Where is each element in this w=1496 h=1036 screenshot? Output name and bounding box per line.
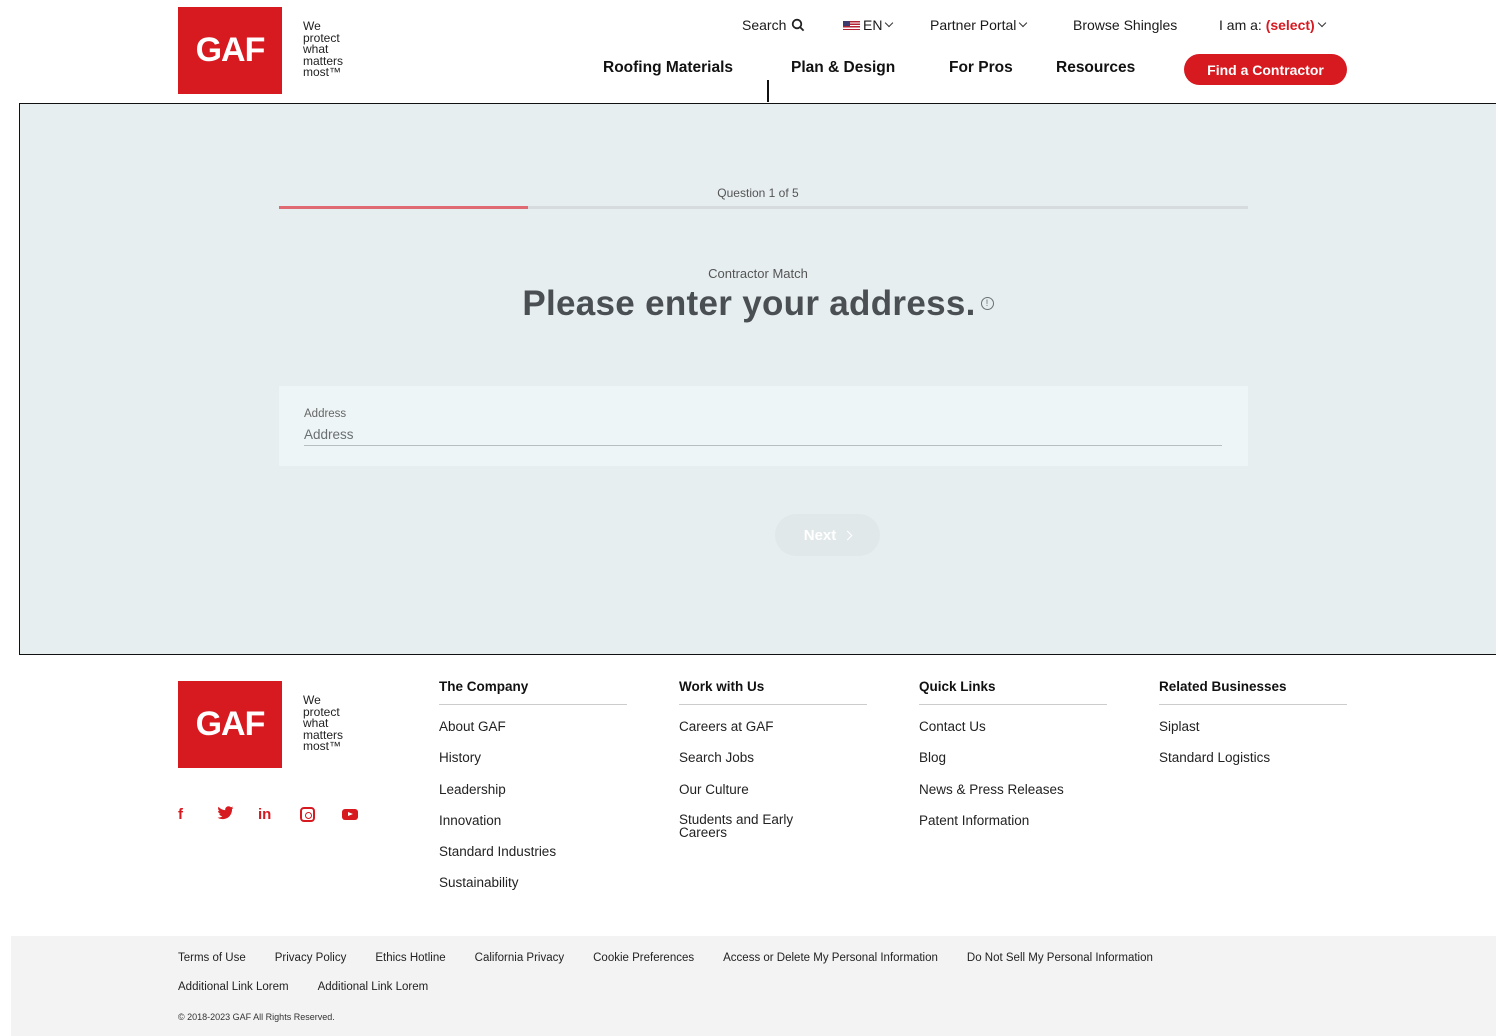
footer-tagline: We protect what matters most™	[303, 694, 343, 753]
legal-link[interactable]: Do Not Sell My Personal Information	[967, 952, 1153, 964]
contractor-match-quiz: Question 1 of 5 Contractor Match Please …	[19, 103, 1496, 655]
footer-link[interactable]: Search Jobs	[679, 750, 867, 781]
linkedin-icon[interactable]: in	[258, 806, 271, 823]
footer-col-title: Related Businesses	[1159, 679, 1347, 705]
footer-gaf-logo[interactable]: GAF	[178, 681, 282, 768]
footer-link[interactable]: Innovation	[439, 813, 627, 844]
footer-link[interactable]: Careers at GAF	[679, 719, 867, 750]
twitter-icon[interactable]	[217, 806, 234, 824]
footer-link[interactable]: Standard Logistics	[1159, 750, 1347, 781]
progress-fill	[279, 206, 529, 209]
facebook-icon[interactable]: f	[178, 806, 183, 823]
search-icon	[792, 18, 805, 32]
language-label: EN	[863, 17, 883, 33]
i-am-a-label: I am a:	[1219, 17, 1262, 33]
legal-link[interactable]: California Privacy	[475, 952, 564, 964]
footer-link[interactable]: Contact Us	[919, 719, 1107, 750]
logo-tagline: We protect what matters most™	[303, 20, 363, 79]
footer-col-related: Related Businesses Siplast Standard Logi…	[1159, 679, 1347, 782]
address-label: Address	[304, 408, 347, 420]
question-counter: Question 1 of 5	[717, 186, 799, 200]
footer-link[interactable]: Leadership	[439, 782, 627, 813]
address-card: Address	[279, 386, 1248, 466]
quiz-subtitle: Contractor Match	[708, 266, 808, 281]
search-link[interactable]: Search	[742, 17, 805, 33]
legal-link[interactable]: Additional Link Lorem	[318, 981, 429, 993]
text-cursor	[767, 80, 769, 102]
browse-shingles-link[interactable]: Browse Shingles	[1073, 17, 1177, 33]
us-flag-icon	[843, 20, 860, 30]
language-selector[interactable]: EN	[843, 17, 894, 33]
footer-col-company: The Company About GAF History Leadership…	[439, 679, 627, 907]
footer-link[interactable]: Sustainability	[439, 875, 627, 906]
nav-resources[interactable]: Resources	[1056, 59, 1135, 77]
footer-col-title: Quick Links	[919, 679, 1107, 705]
footer-link[interactable]: News & Press Releases	[919, 782, 1107, 813]
legal-bar: Terms of Use Privacy Policy Ethics Hotline…	[11, 936, 1496, 1036]
legal-link[interactable]: Privacy Policy	[275, 952, 347, 964]
gaf-logo[interactable]: GAF	[178, 7, 282, 94]
legal-links: Terms of Use Privacy Policy Ethics Hotline…	[178, 952, 1182, 964]
legal-link[interactable]: Cookie Preferences	[593, 952, 694, 964]
chevron-right-icon	[842, 530, 853, 540]
footer-link[interactable]: Our Culture	[679, 782, 867, 813]
footer-link[interactable]: Blog	[919, 750, 1107, 781]
chevron-down-icon	[885, 18, 894, 28]
footer-col-title: The Company	[439, 679, 627, 705]
partner-portal-label: Partner Portal	[930, 17, 1017, 33]
find-contractor-button[interactable]: Find a Contractor	[1184, 54, 1347, 85]
legal-link[interactable]: Ethics Hotline	[375, 952, 445, 964]
footer-link[interactable]: Siplast	[1159, 719, 1347, 750]
legal-links-secondary: Additional Link Lorem Additional Link Lor…	[178, 981, 457, 993]
footer-col-work: Work with Us Careers at GAF Search Jobs …	[679, 679, 867, 844]
i-am-a-selector[interactable]: I am a: (select)	[1219, 17, 1326, 33]
site-header: GAF We protect what matters most™ Search…	[0, 0, 1496, 102]
nav-plan-design[interactable]: Plan & Design	[791, 59, 895, 77]
next-button[interactable]: Next	[775, 514, 880, 556]
legal-link[interactable]: Access or Delete My Personal Information	[723, 952, 938, 964]
chevron-down-icon	[1019, 18, 1028, 28]
footer-link[interactable]: Students and Early Careers	[679, 813, 829, 844]
footer-col-quick-links: Quick Links Contact Us Blog News & Press…	[919, 679, 1107, 844]
footer-link[interactable]: About GAF	[439, 719, 627, 750]
legal-link[interactable]: Terms of Use	[178, 952, 246, 964]
copyright: © 2018-2023 GAF All Rights Reserved.	[178, 1012, 335, 1022]
footer-link[interactable]: History	[439, 750, 627, 781]
tagline-line: most™	[303, 739, 342, 753]
footer-link[interactable]: Standard Industries	[439, 844, 627, 875]
quiz-title-text: Please enter your address.	[522, 284, 976, 323]
nav-for-pros[interactable]: For Pros	[949, 59, 1013, 77]
legal-link[interactable]: Additional Link Lorem	[178, 981, 289, 993]
next-label: Next	[803, 526, 837, 544]
tagline-line: most™	[303, 65, 342, 79]
i-am-a-value: (select)	[1265, 17, 1315, 33]
progress-bar	[279, 206, 1248, 209]
footer-link[interactable]: Patent Information	[919, 813, 1107, 844]
info-icon[interactable]: !	[980, 297, 994, 311]
footer-col-title: Work with Us	[679, 679, 867, 705]
nav-roofing-materials[interactable]: Roofing Materials	[603, 59, 733, 77]
address-input[interactable]	[304, 424, 1222, 446]
partner-portal-menu[interactable]: Partner Portal	[930, 17, 1028, 33]
chevron-down-icon	[1317, 18, 1326, 28]
search-label: Search	[742, 17, 787, 33]
quiz-title: Please enter your address.!	[20, 284, 1496, 324]
